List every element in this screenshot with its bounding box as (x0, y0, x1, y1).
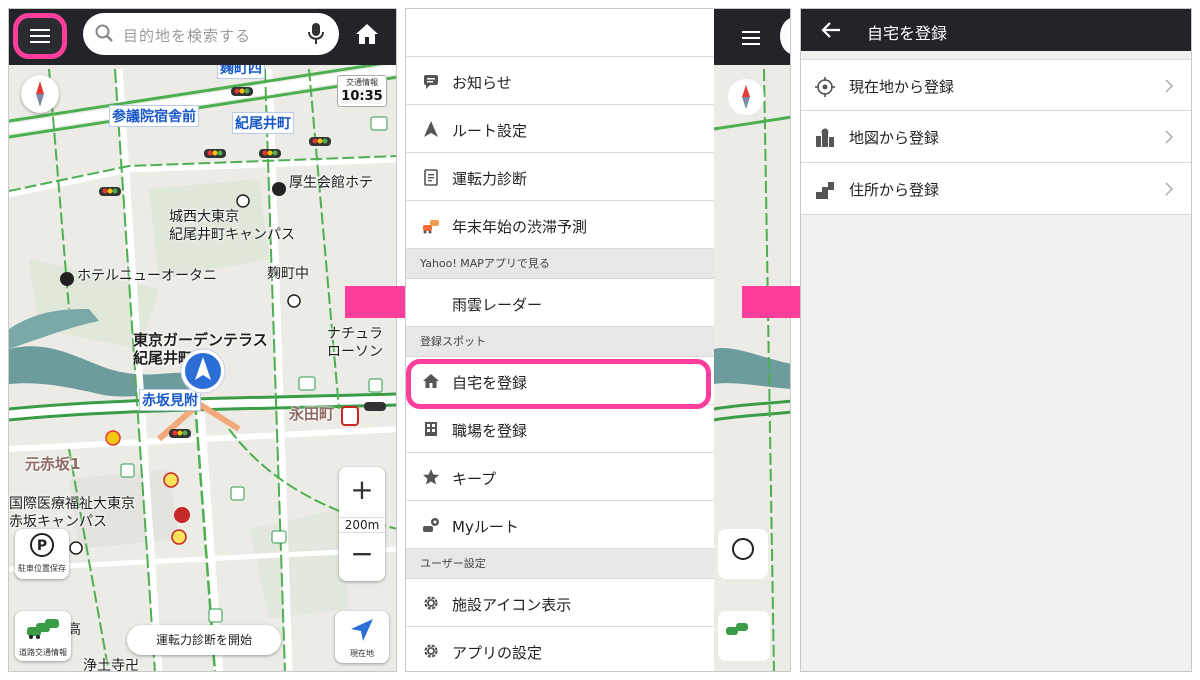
map-label: 厚生会館ホテ (289, 175, 373, 191)
menu-item-route-settings[interactable]: ルート設定 (406, 105, 714, 153)
map-label: ホテルニューオータニ (77, 268, 217, 284)
parking-save-button[interactable]: P 駐車位置保存 (15, 529, 69, 579)
menu-item-label: キープ (452, 470, 497, 488)
message-icon (424, 75, 438, 89)
register-home-screen: 自宅を登録 現在地から登録 地図から登録 住所から登録 (800, 8, 1192, 672)
start-diagnosis-button[interactable]: 運転力診断を開始 (127, 625, 281, 655)
option-label: 地図から登録 (849, 129, 940, 147)
scale-label: 200m (339, 517, 385, 533)
zoom-control: + 200m − (339, 467, 385, 581)
menu-item-my-route[interactable]: Myルート (406, 501, 714, 549)
chevron-right-icon (1165, 182, 1173, 196)
traffic-jam-icon (423, 220, 439, 234)
menu-section-yahoo: Yahoo! MAPアプリで見る (406, 249, 714, 279)
map-view[interactable]: 麹町四 参議院宿舎前 紀尾井町 厚生会館ホテ 城西大東京 紀尾井町キャンパス ホ… (9, 9, 396, 671)
option-label: 住所から登録 (849, 181, 940, 199)
menu-item-label: お知らせ (452, 74, 512, 92)
gear-icon (424, 596, 438, 610)
menu-item-label: 年末年始の渋滞予測 (452, 218, 588, 236)
menu-item-app-settings[interactable]: アプリの設定 (406, 627, 714, 671)
hamburger-icon (30, 29, 50, 43)
compass-icon (36, 81, 44, 107)
search-icon (95, 24, 113, 42)
register-from-current-location[interactable]: 現在地から登録 (801, 59, 1191, 111)
svg-text:P: P (37, 538, 47, 554)
map-label: ローソン (327, 344, 383, 360)
menu-item-label: Myルート (452, 518, 519, 536)
gear-icon (424, 644, 438, 658)
parking-label: 駐車位置保存 (18, 564, 66, 573)
menu-item-label: 雨雲レーダー (452, 296, 543, 314)
map-screen: 麹町四 参議院宿舎前 紀尾井町 厚生会館ホテ 城西大東京 紀尾井町キャンパス ホ… (8, 8, 397, 672)
map-label: 参議院宿舎前 (109, 105, 199, 127)
chevron-right-icon (1165, 79, 1173, 93)
map-label: 浄土寺卍 (83, 658, 139, 672)
my-route-icon (423, 518, 439, 532)
register-from-map[interactable]: 地図から登録 (801, 111, 1191, 163)
side-menu: お知らせ ルート設定 運転力診断 年末年始の渋滞予測 Yahoo! MAPアプリ… (406, 9, 714, 671)
traffic-info-clock[interactable]: 交通情報 10:35 (337, 75, 387, 107)
map-label: 永田町 (289, 405, 335, 423)
building-icon (425, 422, 437, 436)
menu-item-keep[interactable]: キープ (406, 453, 714, 501)
traffic-info-label: 交通情報 (346, 78, 378, 87)
location-arrow-icon (351, 619, 373, 641)
star-icon (423, 469, 439, 485)
map-pin-icon (816, 128, 834, 147)
menu-item-label: 運転力診断 (452, 170, 528, 188)
menu-item-driving-diagnosis[interactable]: 運転力診断 (406, 153, 714, 201)
road-traffic-button[interactable]: 道路交通情報 (15, 611, 71, 661)
home-icon[interactable] (355, 23, 379, 45)
top-bar: 目的地を検索する (9, 9, 396, 65)
address-icon (816, 182, 834, 199)
clipboard-icon (424, 169, 438, 186)
current-location-button[interactable]: 現在地 (335, 611, 389, 663)
side-menu-screen: お知らせ ルート設定 運転力診断 年末年始の渋滞予測 Yahoo! MAPアプリ… (405, 8, 791, 672)
map-label: 紀尾井町キャンパス (169, 227, 295, 243)
option-label: 現在地から登録 (849, 78, 955, 96)
clock-time: 10:35 (341, 89, 383, 104)
search-input[interactable]: 目的地を検索する (83, 13, 339, 55)
back-arrow-icon[interactable] (821, 21, 841, 39)
menu-button[interactable] (13, 13, 67, 59)
menu-section-spots: 登録スポット (406, 327, 714, 357)
current-position-marker (180, 348, 226, 394)
header-bar: 自宅を登録 (801, 9, 1191, 51)
menu-item-congestion-forecast[interactable]: 年末年始の渋滞予測 (406, 201, 714, 249)
map-label: 赤坂キャンパス (9, 514, 107, 530)
highlight-frame (406, 359, 711, 409)
traffic-cars-icon (27, 619, 59, 639)
microphone-icon[interactable] (307, 23, 325, 45)
page-title: 自宅を登録 (867, 24, 948, 43)
map-label: 麹町中 (267, 266, 309, 282)
chevron-right-icon (1165, 130, 1173, 144)
menu-item-label: アプリの設定 (452, 644, 543, 662)
menu-item-label: 職場を登録 (452, 422, 528, 440)
parking-icon: P (30, 533, 54, 557)
search-placeholder: 目的地を検索する (123, 27, 252, 45)
current-location-label: 現在地 (350, 649, 374, 658)
menu-item-rain-radar[interactable]: 雨雲レーダー (406, 279, 714, 327)
menu-section-user: ユーザー設定 (406, 549, 714, 579)
menu-header (406, 9, 714, 57)
menu-item-label: 施設アイコン表示 (452, 596, 572, 614)
map-label: 国際医療福祉大東京 (9, 496, 135, 512)
map-label: 紀尾井町 (232, 112, 294, 134)
zoom-out-button[interactable]: − (339, 537, 385, 570)
compass-button[interactable] (21, 75, 59, 113)
menu-item-notice[interactable]: お知らせ (406, 57, 714, 105)
menu-item-label: ルート設定 (452, 122, 528, 140)
zoom-in-button[interactable]: + (339, 473, 385, 506)
map-label: 城西大東京 (169, 209, 239, 225)
road-traffic-label: 道路交通情報 (19, 648, 67, 657)
menu-item-register-work[interactable]: 職場を登録 (406, 405, 714, 453)
map-label: 元赤坂1 (25, 455, 81, 473)
navigation-arrow-icon (424, 121, 438, 137)
current-location-icon (815, 77, 835, 97)
menu-item-facility-icons[interactable]: 施設アイコン表示 (406, 579, 714, 627)
register-from-address[interactable]: 住所から登録 (801, 163, 1191, 215)
